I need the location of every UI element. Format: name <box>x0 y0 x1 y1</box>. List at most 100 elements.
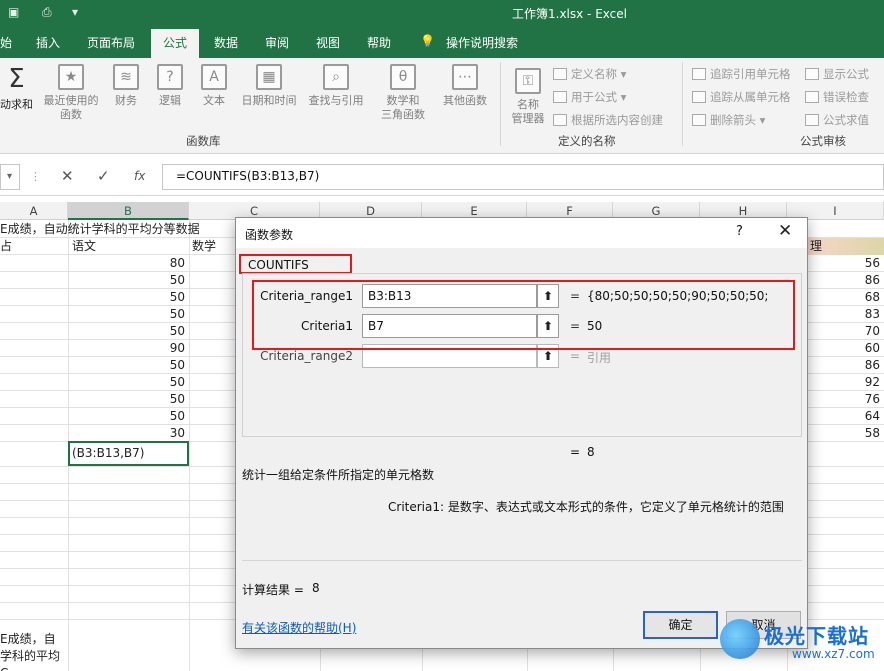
date-time-button[interactable]: ▦ 日期和时间 <box>238 64 300 108</box>
tab-data[interactable]: 数据 <box>214 34 238 51</box>
cell-b11[interactable]: 50 <box>68 391 185 408</box>
cell-b8[interactable]: 90 <box>68 340 185 357</box>
name-box-dropdown[interactable]: ▾ <box>0 164 20 190</box>
lookup-reference-label: 查找与引用 <box>308 94 364 107</box>
math-trig-button[interactable]: θ 数学和 三角函数 <box>372 64 434 122</box>
dialog-title-bar: 函数参数 ? ✕ <box>236 218 807 248</box>
equals-sign: = <box>570 349 581 363</box>
watermark-url: www.xz7.com <box>792 647 875 661</box>
tab-page-layout[interactable]: 页面布局 <box>87 34 135 51</box>
cell-bottom-line-3[interactable]: C <box>0 665 8 671</box>
column-header-b[interactable]: B <box>68 202 189 220</box>
tab-view[interactable]: 视图 <box>316 34 340 51</box>
error-checking-button[interactable]: 错误检查 <box>805 89 869 105</box>
group-separator <box>682 62 683 146</box>
financial-label: 财务 <box>115 94 137 107</box>
cell-b13[interactable]: 30 <box>68 425 185 442</box>
site-watermark: 极光下载站 www.xz7.com <box>720 617 884 671</box>
create-from-selection-button[interactable]: 根据所选内容创建 <box>553 112 663 128</box>
group-label-formula-auditing: 公式审核 <box>800 134 846 148</box>
check-icon <box>805 91 819 103</box>
cell-b4[interactable]: 50 <box>68 272 185 289</box>
save-icon[interactable]: ▣ <box>8 5 19 19</box>
highlight-arguments-box <box>252 280 795 350</box>
tab-review[interactable]: 审阅 <box>265 34 289 51</box>
fx-small-icon <box>553 91 567 103</box>
cell-bottom-line-1[interactable]: E成绩，自 <box>0 631 56 648</box>
autosum-button[interactable]: Σ 动求和 <box>0 64 33 112</box>
use-in-formula-button[interactable]: 用于公式 ▾ <box>553 89 626 105</box>
recent-functions-button[interactable]: ★ 最近使用的 函数 <box>40 64 102 122</box>
formula-input[interactable]: =COUNTIFS(B3:B13,B7) <box>162 164 884 190</box>
name-manager-button[interactable]: ⚿ 名称 管理器 <box>508 68 548 126</box>
argument-help-text: Criteria1: 是数字、表达式或文本形式的条件，它定义了单元格统计的范围 <box>388 500 784 514</box>
active-cell-b14[interactable]: (B3:B13,B7) <box>68 441 189 466</box>
theta-book-icon: θ <box>390 64 416 90</box>
cell-c2-header[interactable]: 数学 <box>192 238 216 255</box>
search-book-icon: ⌕ <box>323 64 349 90</box>
cell-b7[interactable]: 50 <box>68 323 185 340</box>
trace-dependents-label: 追踪从属单元格 <box>710 90 791 104</box>
calc-result-label: 计算结果 = <box>242 583 304 597</box>
cell-b5[interactable]: 50 <box>68 289 185 306</box>
insert-function-icon[interactable]: fx <box>134 169 145 183</box>
use-in-formula-label: 用于公式 <box>571 90 617 104</box>
cell-b10[interactable]: 50 <box>68 374 185 391</box>
tab-help[interactable]: 帮助 <box>367 34 391 51</box>
cancel-entry-icon[interactable]: ✕ <box>61 167 74 185</box>
tab-formulas[interactable]: 公式 <box>151 29 200 58</box>
star-book-icon: ★ <box>58 64 84 90</box>
error-checking-label: 错误检查 <box>823 90 869 104</box>
cell-b9[interactable]: 50 <box>68 357 185 374</box>
date-time-label: 日期和时间 <box>241 94 297 107</box>
math-trig-label: 数学和 三角函数 <box>381 94 425 121</box>
define-name-button[interactable]: 定义名称 ▾ <box>553 66 626 82</box>
trace-dependents-button[interactable]: 追踪从属单元格 <box>692 89 791 105</box>
group-label-function-library: 函数库 <box>186 134 221 148</box>
group-label-defined-names: 定义的名称 <box>558 134 616 148</box>
trace-precedents-label: 追踪引用单元格 <box>710 67 791 81</box>
help-icon[interactable]: ? <box>736 224 743 239</box>
watermark-logo-icon <box>720 619 760 659</box>
dialog-divider <box>242 560 802 561</box>
text-functions-label: 文本 <box>203 94 225 107</box>
equals-sign: = <box>570 445 581 459</box>
trace-precedents-button[interactable]: 追踪引用单元格 <box>692 66 791 82</box>
tab-home[interactable]: 始 <box>0 34 12 51</box>
evaluate-formula-button[interactable]: 公式求值 <box>805 112 869 128</box>
cell-i2-header[interactable]: 理 <box>808 238 884 255</box>
text-book-icon: A <box>201 64 227 90</box>
financial-button[interactable]: ≋ 财务 <box>108 64 144 108</box>
cell-b6[interactable]: 50 <box>68 306 185 323</box>
tag-icon <box>553 68 567 80</box>
column-header-a[interactable]: A <box>0 202 68 220</box>
cell-a2-header[interactable]: 占 <box>0 238 12 255</box>
remove-arrows-label: 删除箭头 <box>710 113 756 127</box>
ribbon-formulas: Σ 动求和 ★ 最近使用的 函数 ≋ 财务 ? 逻辑 A 文本 ▦ 日期和时间 … <box>0 58 884 154</box>
tell-me-search[interactable]: 操作说明搜索 <box>446 34 518 51</box>
cell-b3[interactable]: 80 <box>68 255 185 272</box>
more-functions-button[interactable]: ⋯ 其他函数 <box>438 64 492 108</box>
text-functions-button[interactable]: A 文本 <box>196 64 232 108</box>
show-formulas-button[interactable]: 显示公式 <box>805 66 869 82</box>
autosum-label: 动求和 <box>0 98 33 111</box>
tab-insert[interactable]: 插入 <box>36 34 60 51</box>
logical-button[interactable]: ? 逻辑 <box>152 64 188 108</box>
remove-arrows-button[interactable]: 删除箭头 ▾ <box>692 112 765 128</box>
cell-bottom-line-2[interactable]: 学科的平均 <box>0 648 60 665</box>
close-icon[interactable]: ✕ <box>778 221 792 241</box>
quick-access-dropdown-icon[interactable]: ▾ <box>72 5 78 19</box>
trace-arrow-icon <box>692 91 706 103</box>
trace-arrow-icon <box>692 68 706 80</box>
cell-b12[interactable]: 50 <box>68 408 185 425</box>
lookup-reference-button[interactable]: ⌕ 查找与引用 <box>305 64 367 108</box>
confirm-entry-icon[interactable]: ✓ <box>97 167 110 185</box>
question-book-icon: ? <box>157 64 183 90</box>
ok-button[interactable]: 确定 <box>643 611 718 639</box>
function-help-link[interactable]: 有关该函数的帮助(H) <box>242 619 356 636</box>
print-preview-icon[interactable]: ⎙ <box>42 5 52 20</box>
cell-row1-title[interactable]: E成绩，自动统计学科的平均分等数据 <box>0 221 200 238</box>
more-book-icon: ⋯ <box>452 64 478 90</box>
cell-b2-header[interactable]: 语文 <box>72 238 96 255</box>
criteria-range2-result: 引用 <box>587 351 612 365</box>
